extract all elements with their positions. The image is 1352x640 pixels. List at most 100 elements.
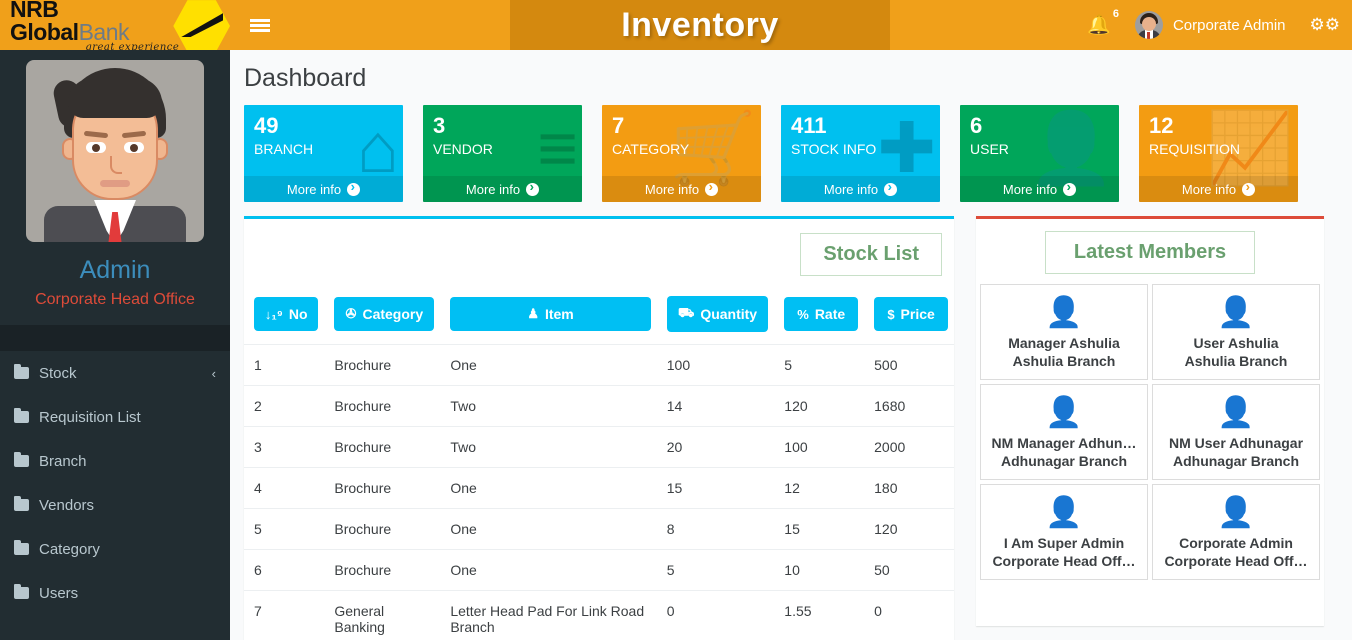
cell-no: 5 <box>244 508 325 550</box>
chevron-left-icon: ‹ <box>211 365 216 381</box>
member-branch: Ashulia Branch <box>1012 353 1116 369</box>
user-icon: 👤 <box>1217 296 1255 329</box>
panels-row: Stock List ↓₁⁹ No ✇ Category ♟ Item ⛟ Quantity%… <box>230 202 1352 640</box>
cell-category: General Banking <box>324 590 441 640</box>
cell-no: 4 <box>244 467 325 509</box>
table-row[interactable]: 3 Brochure Two 20 100 2000 <box>244 426 954 468</box>
hexagon-logo-icon <box>173 0 230 50</box>
list-item[interactable]: 👤 Manager Ashulia Ashulia Branch <box>980 284 1148 380</box>
more-info-link[interactable]: More info <box>960 176 1119 202</box>
stat-card-label: VENDOR <box>433 141 493 157</box>
hamburger-icon[interactable] <box>230 0 290 50</box>
brand-logo[interactable]: NRB GlobalBank great experience <box>0 0 230 50</box>
sidebar-item-requisition-list[interactable]: Requisition List <box>0 395 230 439</box>
more-info-label: More info <box>465 181 521 197</box>
list-item[interactable]: 👤 I Am Super Admin Corporate Head Off… <box>980 484 1148 580</box>
cell-price: 0 <box>864 590 954 640</box>
member-branch: Adhunagar Branch <box>1172 453 1299 469</box>
logo-main-grey: Bank <box>78 18 130 45</box>
more-info-link[interactable]: More info <box>1139 176 1298 202</box>
sort-button-quantity[interactable]: ⛟ Quantity <box>666 296 769 332</box>
cell-rate: 12 <box>774 467 865 509</box>
sort-button-category[interactable]: ✇ Category <box>334 297 435 331</box>
cell-no: 3 <box>244 426 325 468</box>
cell-price: 500 <box>864 344 954 386</box>
stock-table: ↓₁⁹ No ✇ Category ♟ Item ⛟ Quantity% Rate $ Price … <box>244 290 954 640</box>
list-item[interactable]: 👤 NM Manager Adhun… Adhunagar Branch <box>980 384 1148 480</box>
stock-column-header-item: ♟ Item <box>440 290 657 345</box>
sidebar-item-vendors[interactable]: Vendors <box>0 483 230 527</box>
stat-card-user[interactable]: 👤 6 USER More info <box>960 105 1119 202</box>
more-info-link[interactable]: More info <box>781 176 940 202</box>
sort-button-no[interactable]: ↓₁⁹ No <box>254 297 319 331</box>
arrow-circle-right-icon <box>1242 179 1256 196</box>
stat-card-value: 7 <box>612 113 625 138</box>
top-header-bar: NRB GlobalBank great experience Inventor… <box>0 0 1352 50</box>
cell-price: 120 <box>864 508 954 550</box>
stock-table-body: 1 Brochure One 100 5 500 2 Brochure Two 14 120 1680… <box>244 344 954 640</box>
stock-list-button[interactable]: Stock List <box>800 233 942 276</box>
member-branch: Ashulia Branch <box>1184 353 1288 369</box>
folder-icon <box>14 408 29 423</box>
cogs-icon: ⚙⚙ <box>1309 15 1340 34</box>
sidebar-item-users[interactable]: Users <box>0 571 230 615</box>
sort-button-item[interactable]: ♟ Item <box>450 297 651 331</box>
sidebar-item-branch[interactable]: Branch <box>0 439 230 483</box>
sidebar-item-stock[interactable]: Stock ‹ <box>0 351 230 395</box>
stat-card-category[interactable]: 🛒 7 CATEGORY More info <box>602 105 761 202</box>
cell-item: Letter Head Pad For Link Road Branch <box>440 590 657 640</box>
column-label: No <box>288 306 308 322</box>
table-row[interactable]: 1 Brochure One 100 5 500 <box>244 344 954 386</box>
column-label: Item <box>544 306 574 322</box>
app-title-panel: Inventory <box>510 0 890 50</box>
member-name: Manager Ashulia <box>1008 335 1120 351</box>
stat-card-branch[interactable]: ⌂ 49 BRANCH More info <box>244 105 403 202</box>
cell-price: 180 <box>864 467 954 509</box>
sidebar: Admin Corporate Head Office Stock ‹ Requis… <box>0 50 230 640</box>
table-row[interactable]: 4 Brochure One 15 12 180 <box>244 467 954 509</box>
more-info-link[interactable]: More info <box>244 176 403 202</box>
latest-members-button[interactable]: Latest Members <box>1044 231 1256 274</box>
cell-rate: 100 <box>774 426 865 468</box>
more-info-link[interactable]: More info <box>602 176 761 202</box>
table-row[interactable]: 5 Brochure One 8 15 120 <box>244 508 954 550</box>
table-row[interactable]: 2 Brochure Two 14 120 1680 <box>244 385 954 427</box>
member-branch: Adhunagar Branch <box>1000 453 1127 469</box>
member-name: NM User Adhunagar <box>1168 435 1304 451</box>
list-item[interactable]: 👤 NM User Adhunagar Adhunagar Branch <box>1152 384 1320 480</box>
table-row[interactable]: 7 General Banking Letter Head Pad For Link… <box>244 590 954 640</box>
user-icon: 👤 <box>1045 496 1083 529</box>
stat-card-value: 6 <box>970 113 983 138</box>
list-item[interactable]: 👤 User Ashulia Ashulia Branch <box>1152 284 1320 380</box>
sidebar-item-label: Branch <box>39 452 87 470</box>
stat-card-vendor[interactable]: ≡ 3 VENDOR More info <box>423 105 582 202</box>
cell-item: One <box>440 344 657 386</box>
sidebar-menu: Stock ‹ Requisition List Branch Vendors Categ… <box>0 351 230 615</box>
sidebar-avatar-image <box>26 60 204 242</box>
member-name: I Am Super Admin <box>1003 535 1125 551</box>
stock-column-header-no: ↓₁⁹ No <box>244 290 325 345</box>
sidebar-item-category[interactable]: Category <box>0 527 230 571</box>
sort-button-rate[interactable]: % Rate <box>784 297 859 331</box>
member-name: Corporate Admin <box>1179 535 1293 551</box>
stock-panel-header: Stock List <box>244 219 954 290</box>
cell-quantity: 5 <box>656 549 775 591</box>
cell-no: 1 <box>244 344 325 386</box>
cell-category: Brochure <box>324 344 441 386</box>
cell-item: One <box>440 549 657 591</box>
sort-button-price[interactable]: $ Price <box>874 297 948 331</box>
sidebar-item-label: Requisition List <box>39 408 141 426</box>
stat-card-requisition[interactable]: 📈 12 REQUISITION More info <box>1139 105 1298 202</box>
notifications-button[interactable]: 🔔 6 <box>1075 0 1123 50</box>
list-item[interactable]: 👤 Corporate Admin Corporate Head Off… <box>1152 484 1320 580</box>
stat-card-stock-info[interactable]: ✚ 411 STOCK INFO More info <box>781 105 940 202</box>
more-info-link[interactable]: More info <box>423 176 582 202</box>
cell-price: 2000 <box>864 426 954 468</box>
settings-button[interactable]: ⚙⚙ <box>1298 0 1352 50</box>
user-menu[interactable]: Corporate Admin <box>1123 0 1298 50</box>
cell-quantity: 100 <box>656 344 775 386</box>
table-row[interactable]: 6 Brochure One 5 10 50 <box>244 549 954 591</box>
stat-card-label: STOCK INFO <box>791 141 877 157</box>
cell-category: Brochure <box>324 549 441 591</box>
filter-icon: ✇ <box>345 306 357 321</box>
